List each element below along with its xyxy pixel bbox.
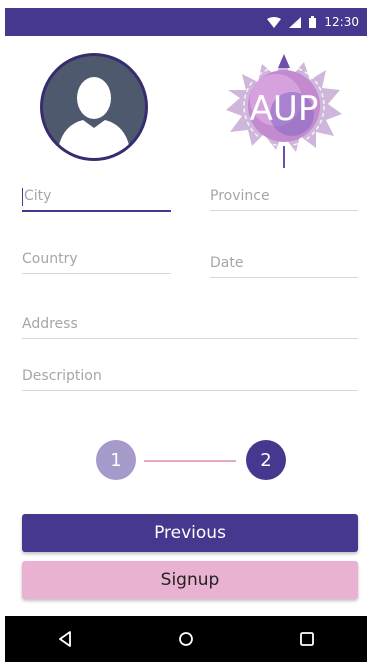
description-input[interactable]: [22, 368, 358, 384]
step-indicator: 1 2: [0, 440, 377, 480]
step-1[interactable]: 1: [96, 440, 136, 480]
address-input[interactable]: [22, 316, 358, 332]
home-icon[interactable]: [178, 631, 194, 647]
status-time: 12:30: [324, 15, 359, 29]
logo-text: AUP: [250, 89, 319, 129]
back-icon[interactable]: [57, 631, 73, 647]
avatar[interactable]: [40, 53, 148, 161]
previous-button[interactable]: Previous: [22, 514, 358, 552]
user-silhouette-icon: [57, 77, 131, 158]
signup-button[interactable]: Signup: [22, 561, 358, 599]
step-connector: [144, 460, 236, 462]
status-bar: 12:30: [5, 8, 367, 36]
date-field[interactable]: [210, 244, 358, 278]
country-input[interactable]: [22, 251, 171, 267]
battery-icon: [309, 16, 317, 28]
date-input[interactable]: [210, 255, 358, 271]
description-field[interactable]: [22, 357, 358, 391]
recents-icon[interactable]: [299, 631, 315, 647]
province-input[interactable]: [210, 188, 358, 204]
navigation-bar: [5, 616, 367, 662]
text-cursor: [22, 188, 23, 206]
country-field[interactable]: [22, 240, 171, 274]
wifi-icon: [267, 16, 282, 28]
step-2[interactable]: 2: [246, 440, 286, 480]
city-input[interactable]: [24, 188, 173, 204]
aup-logo: AUP: [218, 50, 348, 172]
city-field[interactable]: [22, 178, 173, 212]
status-icons: 12:30: [267, 8, 359, 36]
cell-signal-icon: [289, 16, 302, 28]
province-field[interactable]: [210, 178, 358, 211]
address-field[interactable]: [22, 305, 358, 339]
